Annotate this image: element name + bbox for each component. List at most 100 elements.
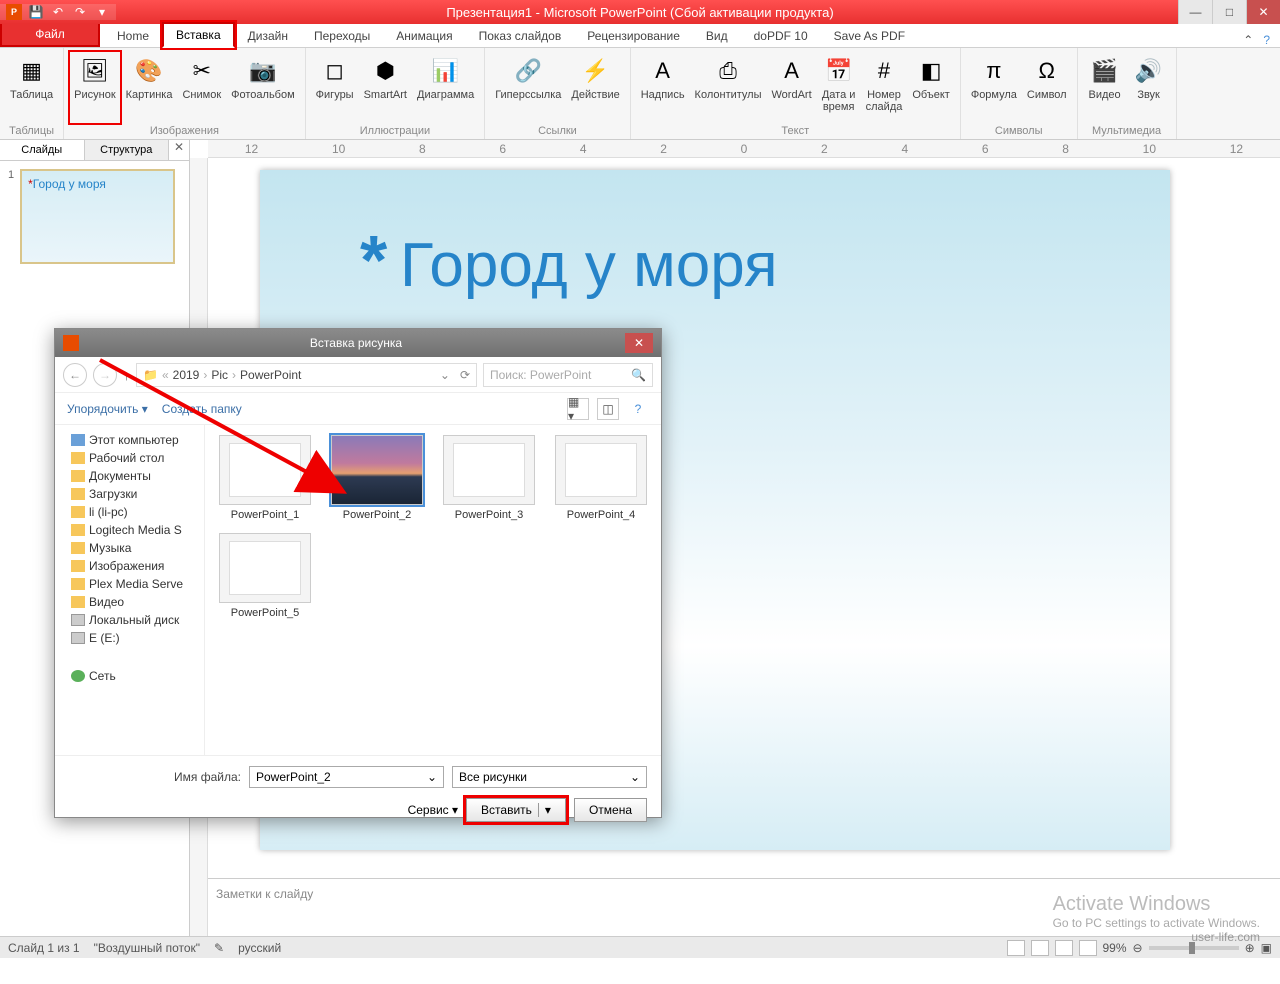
slide-thumbnail-1[interactable]: 1 *Город у моря — [8, 169, 181, 264]
ribbon-screenshot[interactable]: ✂Снимок — [178, 52, 225, 123]
ribbon-datetime[interactable]: 📅Дата ивремя — [818, 52, 860, 123]
close-button[interactable]: ✕ — [1246, 0, 1280, 24]
organize-menu[interactable]: Упорядочить ▾ — [67, 402, 148, 416]
search-input[interactable]: Поиск: PowerPoint 🔍 — [483, 363, 653, 387]
file-thumbnail — [555, 435, 647, 505]
cancel-button[interactable]: Отмена — [574, 798, 647, 822]
file-item[interactable]: PowerPoint_4 — [551, 435, 651, 521]
undo-icon[interactable]: ↶ — [50, 4, 66, 20]
ribbon-smartart[interactable]: ⬢SmartArt — [360, 52, 411, 123]
minimize-button[interactable]: — — [1178, 0, 1212, 24]
crumb-0[interactable]: 2019 — [173, 368, 200, 382]
qat-more-icon[interactable]: ▾ — [94, 4, 110, 20]
view-mode-button[interactable]: ▦ ▾ — [567, 398, 589, 420]
zoom-slider[interactable] — [1149, 946, 1239, 950]
tree-node[interactable]: li (li-pc) — [59, 503, 200, 521]
tree-node[interactable]: Загрузки — [59, 485, 200, 503]
panel-close-icon[interactable]: ✕ — [169, 140, 189, 160]
group-label: Мультимедиа — [1092, 123, 1161, 137]
tab-design[interactable]: Дизайн — [235, 24, 301, 47]
tree-node[interactable]: Plex Media Serve — [59, 575, 200, 593]
file-tab[interactable]: Файл — [0, 21, 100, 47]
ribbon-album[interactable]: 📷Фотоальбом — [227, 52, 299, 123]
search-placeholder: Поиск: PowerPoint — [490, 368, 591, 382]
nav-up-button[interactable]: ↑ — [123, 367, 130, 383]
file-item[interactable]: PowerPoint_2 — [327, 435, 427, 521]
help-icon[interactable]: ? — [1263, 33, 1270, 47]
tab-savepdf[interactable]: Save As PDF — [821, 24, 918, 47]
view-normal-button[interactable] — [1007, 940, 1025, 956]
crumb-2[interactable]: PowerPoint — [240, 368, 301, 382]
breadcrumb[interactable]: 📁 « 2019› Pic› PowerPoint ⌄ ⟳ — [136, 363, 477, 387]
tree-node[interactable]: Видео — [59, 593, 200, 611]
filetype-filter[interactable]: Все рисунки⌄ — [452, 766, 647, 788]
ribbon-chart[interactable]: 📊Диаграмма — [413, 52, 478, 123]
net-icon — [71, 670, 85, 682]
tree-node[interactable]: Музыка — [59, 539, 200, 557]
ribbon-minimize-icon[interactable]: ⌃ — [1243, 33, 1253, 47]
ribbon-wordart[interactable]: AWordArt — [768, 52, 816, 123]
tree-node[interactable]: Logitech Media S — [59, 521, 200, 539]
tab-home[interactable]: Home — [104, 24, 162, 47]
file-item[interactable]: PowerPoint_5 — [215, 533, 315, 619]
tab-animation[interactable]: Анимация — [383, 24, 465, 47]
dialog-close-button[interactable]: ✕ — [625, 333, 653, 353]
file-item[interactable]: PowerPoint_3 — [439, 435, 539, 521]
tools-menu[interactable]: Сервис ▾ — [408, 803, 458, 817]
folder-icon — [71, 560, 85, 572]
fit-icon[interactable]: ▣ — [1261, 941, 1272, 955]
tree-node[interactable]: Рабочий стол — [59, 449, 200, 467]
tab-slideshow[interactable]: Показ слайдов — [466, 24, 575, 47]
tree-node[interactable]: Этот компьютер — [59, 431, 200, 449]
filename-input[interactable]: PowerPoint_2⌄ — [249, 766, 444, 788]
redo-icon[interactable]: ↷ — [72, 4, 88, 20]
tab-review[interactable]: Рецензирование — [574, 24, 693, 47]
view-sorter-button[interactable] — [1031, 940, 1049, 956]
ribbon-textbox[interactable]: AНадпись — [637, 52, 689, 123]
tab-transitions[interactable]: Переходы — [301, 24, 383, 47]
dialog-nav: ← → ↑ 📁 « 2019› Pic› PowerPoint ⌄ ⟳ Поис… — [55, 357, 661, 393]
ribbon-picture[interactable]: 🖼Рисунок — [70, 52, 120, 123]
textbox-icon: A — [647, 55, 679, 87]
language-icon[interactable]: ✎ — [214, 941, 224, 955]
ribbon-clipart[interactable]: 🎨Картинка — [122, 52, 177, 123]
ribbon-equation[interactable]: πФормула — [967, 52, 1021, 123]
file-item[interactable]: PowerPoint_1 — [215, 435, 315, 521]
ribbon-slidenum[interactable]: #Номерслайда — [862, 52, 907, 123]
group-label: Текст — [781, 123, 809, 137]
slide-title[interactable]: Город у моря — [400, 230, 778, 301]
tree-node[interactable]: E (E:) — [59, 629, 200, 647]
file-thumbnail — [443, 435, 535, 505]
nav-forward-button[interactable]: → — [93, 363, 117, 387]
ribbon-group-Текст: AНадпись⎙КолонтитулыAWordArt📅Дата ивремя… — [631, 48, 961, 139]
tree-node[interactable]: Документы — [59, 467, 200, 485]
preview-pane-button[interactable]: ◫ — [597, 398, 619, 420]
crumb-1[interactable]: Pic — [211, 368, 228, 382]
refresh-icon[interactable]: ⟳ — [460, 368, 470, 382]
tree-node[interactable]: Изображения — [59, 557, 200, 575]
crumb-dropdown-icon[interactable]: ⌄ — [440, 368, 450, 382]
panel-tab-outline[interactable]: Структура — [85, 140, 170, 160]
ribbon-table[interactable]: ▦Таблица — [6, 52, 57, 123]
insert-button[interactable]: Вставить▾ — [466, 798, 566, 822]
tab-view[interactable]: Вид — [693, 24, 741, 47]
ribbon-link[interactable]: 🔗Гиперссылка — [491, 52, 565, 123]
nav-back-button[interactable]: ← — [63, 363, 87, 387]
tree-node[interactable]: Сеть — [59, 667, 200, 685]
new-folder-button[interactable]: Создать папку — [162, 402, 242, 416]
ribbon-action[interactable]: ⚡Действие — [567, 52, 623, 123]
ribbon-video[interactable]: 🎬Видео — [1084, 52, 1126, 123]
save-icon[interactable]: 💾 — [28, 4, 44, 20]
ribbon-headerfooter[interactable]: ⎙Колонтитулы — [691, 52, 766, 123]
tree-node[interactable]: Локальный диск — [59, 611, 200, 629]
ribbon-symbol[interactable]: ΩСимвол — [1023, 52, 1071, 123]
ribbon-audio[interactable]: 🔊Звук — [1128, 52, 1170, 123]
ribbon-object[interactable]: ◧Объект — [908, 52, 953, 123]
tab-dopdf[interactable]: doPDF 10 — [741, 24, 821, 47]
tab-insert[interactable]: Вставка — [162, 22, 235, 48]
panel-tab-slides[interactable]: Слайды — [0, 140, 85, 160]
ribbon-shapes[interactable]: ◻Фигуры — [312, 52, 358, 123]
maximize-button[interactable]: □ — [1212, 0, 1246, 24]
dialog-help-icon[interactable]: ? — [627, 398, 649, 420]
status-language[interactable]: русский — [238, 941, 281, 955]
